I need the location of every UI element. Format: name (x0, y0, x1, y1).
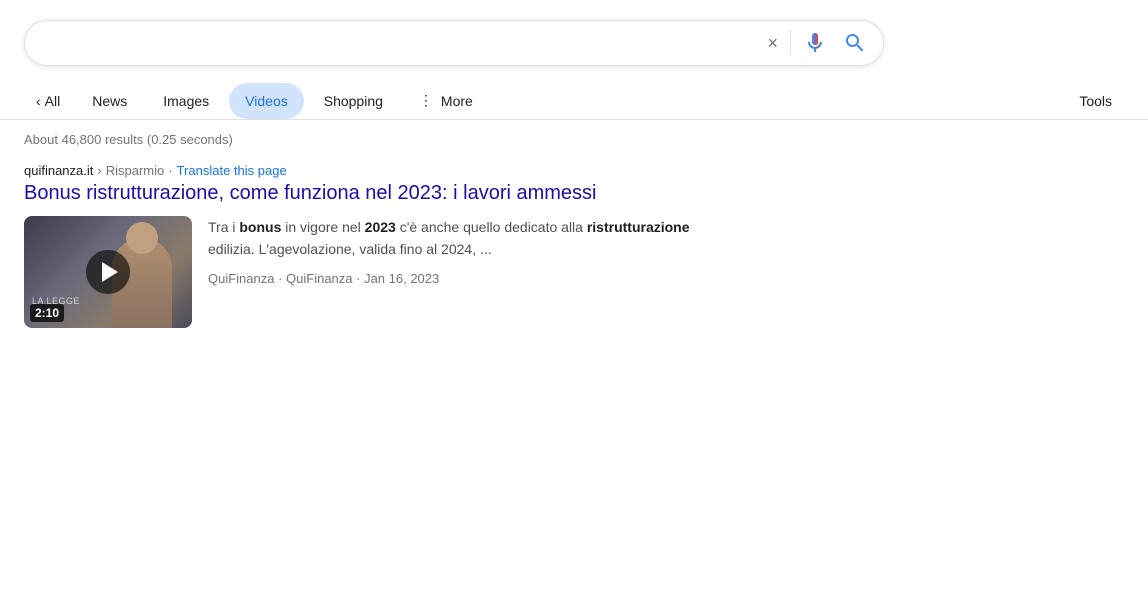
tabs-wrapper: ‹ All News Images Videos Shopping ⋮ More… (0, 82, 1148, 120)
tab-more-label: More (441, 93, 473, 109)
video-thumbnail[interactable]: LA LEGGE 2:10 (24, 216, 192, 328)
clear-button[interactable]: × (767, 33, 778, 54)
tools-button[interactable]: Tools (1067, 83, 1124, 119)
play-triangle-icon (102, 262, 118, 282)
snippet-bold1: bonus (239, 219, 281, 235)
snippet-bold3: ristrutturazione (587, 219, 690, 235)
play-button[interactable] (86, 250, 130, 294)
tab-videos[interactable]: Videos (229, 83, 304, 119)
result-site: quifinanza.it (24, 163, 93, 178)
search-bar-wrapper: bonus ristrutturazione 2023 × (0, 0, 1148, 82)
search-bar: bonus ristrutturazione 2023 × (24, 20, 884, 66)
tab-news-label: News (92, 93, 127, 109)
snippet-bold2: 2023 (365, 219, 396, 235)
tab-shopping-label: Shopping (324, 93, 383, 109)
person-head (126, 222, 158, 254)
tab-all-label: All (45, 93, 61, 109)
tab-news[interactable]: News (76, 83, 143, 119)
tools-label: Tools (1079, 93, 1112, 109)
search-icon[interactable] (843, 31, 867, 55)
more-dots-icon: ⋮ (419, 92, 433, 109)
snippet-mid1: in vigore nel (281, 219, 364, 235)
dot-sep: · (168, 163, 172, 178)
tab-all[interactable]: ‹ All (24, 83, 72, 119)
snippet-post: edilizia. L'agevolazione, valida fino al… (208, 241, 492, 257)
tab-more[interactable]: ⋮ More (403, 82, 489, 119)
video-duration: 2:10 (30, 304, 64, 322)
results-count: About 46,800 results (0.25 seconds) (24, 132, 233, 147)
result-section: Risparmio (106, 163, 165, 178)
results-info: About 46,800 results (0.25 seconds) (0, 120, 1148, 155)
breadcrumb-sep: › (97, 163, 101, 178)
result-snippet: Tra i bonus in vigore nel 2023 c'è anche… (208, 216, 736, 290)
result-body: LA LEGGE 2:10 Tra i bonus in vigore nel … (24, 216, 736, 328)
tab-shopping[interactable]: Shopping (308, 83, 399, 119)
result-meta: QuiFinanza · QuiFinanza · Jan 16, 2023 (208, 269, 736, 290)
result-title[interactable]: Bonus ristrutturazione, come funziona ne… (24, 180, 736, 206)
result-source: quifinanza.it › Risparmio · Translate th… (24, 163, 736, 178)
snippet-mid2: c'è anche quello dedicato alla (396, 219, 587, 235)
translate-link[interactable]: Translate this page (177, 163, 287, 178)
tab-images[interactable]: Images (147, 83, 225, 119)
snippet-pre: Tra i (208, 219, 239, 235)
result-card: quifinanza.it › Risparmio · Translate th… (0, 155, 760, 344)
tab-images-label: Images (163, 93, 209, 109)
search-bar-icons: × (767, 31, 867, 55)
back-arrow: ‹ (36, 93, 41, 109)
tab-videos-label: Videos (245, 93, 288, 109)
mic-icon[interactable] (803, 31, 827, 55)
divider (790, 31, 791, 55)
search-input[interactable]: bonus ristrutturazione 2023 (41, 34, 767, 52)
